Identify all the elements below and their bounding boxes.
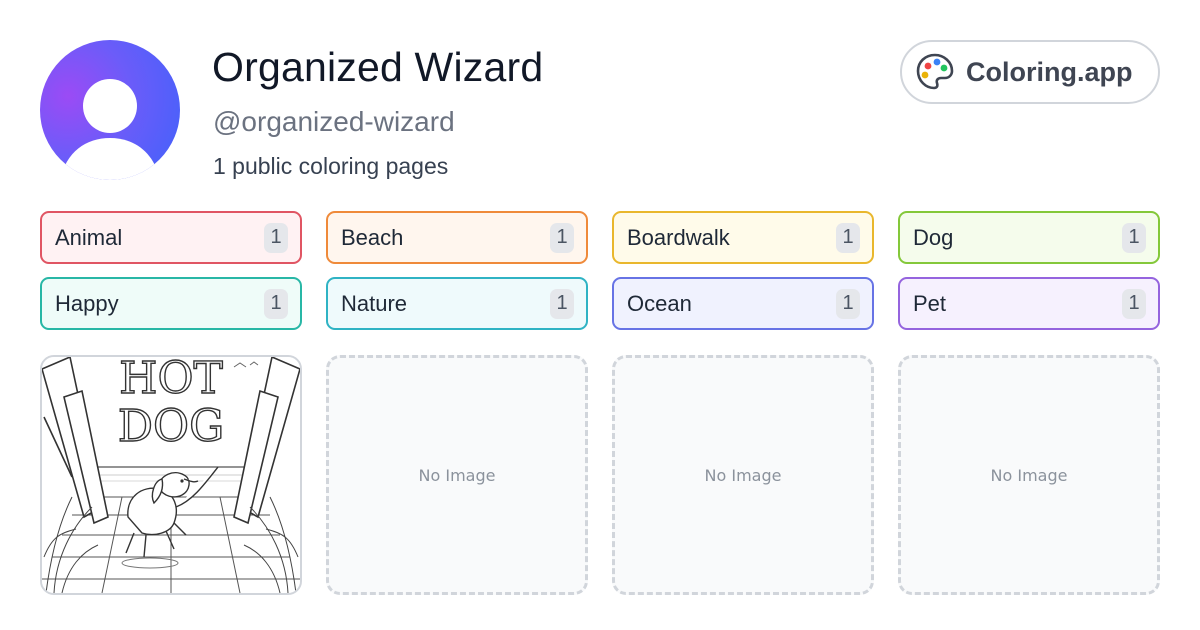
tag-count-badge: 1: [836, 288, 860, 319]
tag-nature[interactable]: Nature 1: [326, 277, 588, 330]
public-pages-count: 1 public coloring pages: [213, 153, 449, 179]
tag-label: Pet: [913, 290, 947, 316]
palette-icon: [914, 51, 956, 93]
tag-dog[interactable]: Dog 1: [898, 211, 1160, 264]
tag-count-badge: 1: [264, 222, 288, 253]
tag-label: Boardwalk: [627, 224, 730, 250]
tag-count-badge: 1: [550, 288, 574, 319]
tag-count-badge: 1: [264, 288, 288, 319]
empty-page-slot: No Image: [326, 355, 588, 595]
hot-dog-illustration: HOT DOG: [42, 357, 300, 593]
tag-list: Animal 1 Beach 1 Boardwalk 1 Dog 1 Happy 1 Na…: [40, 211, 1160, 330]
coloring-app-link[interactable]: Coloring.app: [900, 40, 1160, 104]
tag-animal[interactable]: Animal 1: [40, 211, 302, 264]
empty-page-slot: No Image: [612, 355, 874, 595]
tag-label: Animal: [55, 224, 123, 250]
coloring-page-grid: HOT DOG No Image No Image No Image: [40, 355, 1160, 595]
tag-beach[interactable]: Beach 1: [326, 211, 588, 264]
tag-count-badge: 1: [1122, 288, 1146, 319]
no-image-label: No Image: [418, 465, 496, 485]
profile-handle: @organized-wizard: [213, 106, 455, 137]
no-image-label: No Image: [990, 465, 1068, 485]
profile-name: Organized Wizard: [212, 44, 544, 90]
tag-count-badge: 1: [550, 222, 574, 253]
brand-label: Coloring.app: [966, 56, 1133, 87]
page-title-line2: DOG: [118, 401, 225, 452]
tag-count-badge: 1: [836, 222, 860, 253]
tag-label: Dog: [913, 224, 954, 250]
tag-boardwalk[interactable]: Boardwalk 1: [612, 211, 874, 264]
tag-pet[interactable]: Pet 1: [898, 277, 1160, 330]
tag-ocean[interactable]: Ocean 1: [612, 277, 874, 330]
tag-label: Ocean: [627, 290, 692, 316]
avatar: [40, 40, 180, 180]
tag-label: Beach: [341, 224, 404, 250]
coloring-page-card[interactable]: HOT DOG: [40, 355, 302, 595]
no-image-label: No Image: [704, 465, 782, 485]
page-title-line1: HOT: [119, 357, 223, 404]
empty-page-slot: No Image: [898, 355, 1160, 595]
tag-label: Nature: [341, 290, 408, 316]
tag-label: Happy: [55, 290, 119, 316]
tag-count-badge: 1: [1122, 222, 1146, 253]
user-silhouette-icon: [60, 79, 160, 180]
tag-happy[interactable]: Happy 1: [40, 277, 302, 330]
